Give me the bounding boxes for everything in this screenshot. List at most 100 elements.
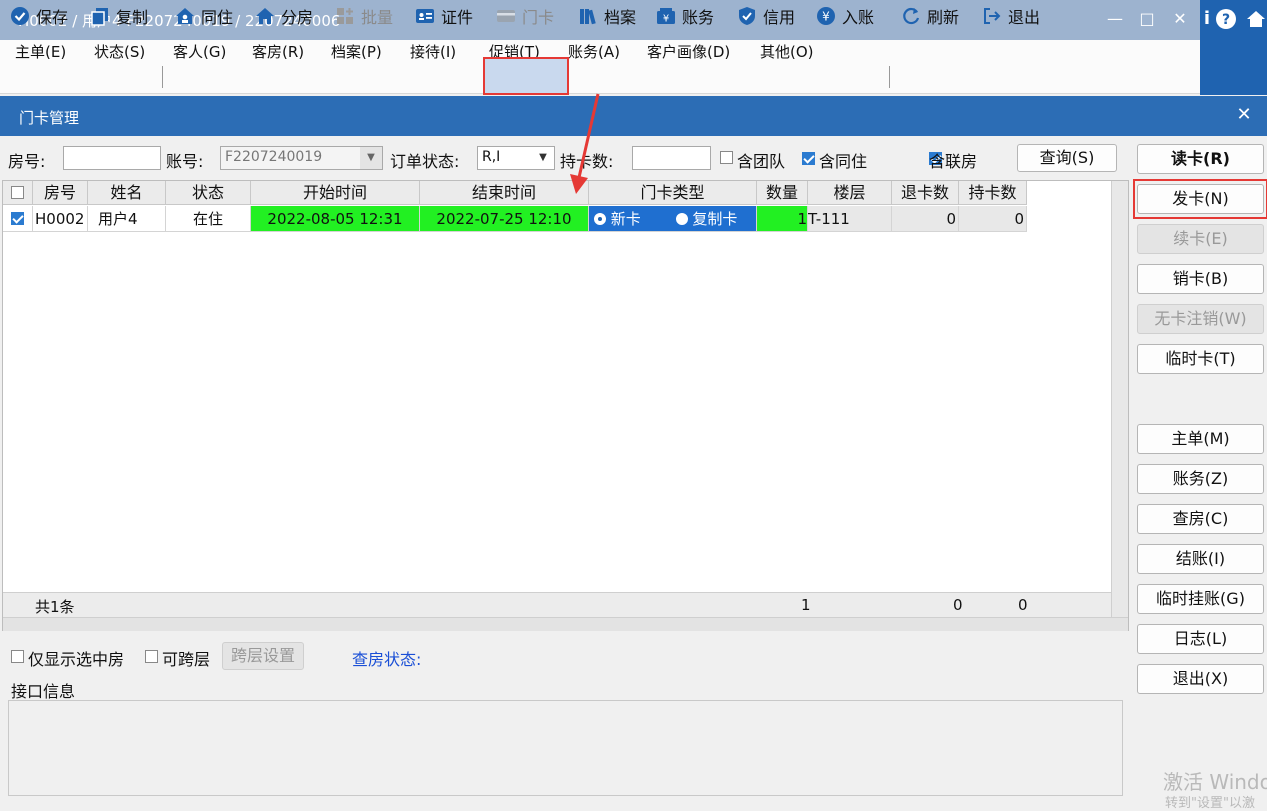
shield-icon [737,6,757,26]
copy-icon [90,6,110,26]
order-status-value: R,I [482,149,501,165]
check-room-button[interactable]: 查房(C) [1137,504,1264,534]
cell-floor[interactable]: T-111 [808,206,892,232]
account-combo[interactable]: F2207240019 [220,146,383,170]
log-button[interactable]: 日志(L) [1137,624,1264,654]
checkout-button[interactable]: 结账(I) [1137,544,1264,574]
cross-floor-settings-button[interactable]: 跨层设置 [222,642,304,670]
copy-card-radio[interactable] [675,213,688,225]
credit-button[interactable]: 信用 [737,3,795,29]
read-card-button[interactable]: 读卡(R) [1137,144,1264,174]
check-status-label: 查房状态: [352,650,422,669]
menu-account[interactable]: 账务(A) [568,41,620,62]
cancel-card-button[interactable]: 销卡(B) [1137,264,1264,294]
room-label: 房号: [8,152,46,171]
header-name[interactable]: 姓名 [88,181,166,205]
chevron-down-icon[interactable]: ▼ [360,147,382,169]
interface-info-label: 接口信息 [11,682,76,701]
account-side-button[interactable]: 账务(Z) [1137,464,1264,494]
temp-card-button[interactable]: 临时卡(T) [1137,344,1264,374]
exit-side-button[interactable]: 退出(X) [1137,664,1264,694]
menu-room[interactable]: 客房(R) [252,41,304,62]
renew-card-button[interactable]: 续卡(E) [1137,224,1264,254]
issue-card-button[interactable]: 发卡(N) [1137,184,1264,214]
activation-watermark: 激活 Windo [1163,770,1267,794]
cell-status[interactable]: 在住 [166,206,251,232]
cell-held[interactable]: 0 [959,206,1027,232]
id-card-button[interactable]: 证件 [415,3,473,29]
cell-end-time[interactable]: 2022-07-25 12:10 [420,206,589,232]
temp-hang-button[interactable]: 临时挂账(G) [1137,584,1264,614]
only-selected-checkbox[interactable] [11,650,24,663]
header-returned[interactable]: 退卡数 [892,181,959,205]
menu-archive[interactable]: 档案(P) [331,41,382,62]
header-card-type[interactable]: 门卡类型 [589,181,757,205]
cell-name[interactable]: 用户4 [88,206,166,232]
select-all-checkbox[interactable] [11,186,24,199]
room-input[interactable] [63,146,161,170]
menu-status[interactable]: 状态(S) [94,41,145,62]
activation-watermark-sub: 转到"设置"以激 [1165,796,1255,811]
header-start-time[interactable]: 开始时间 [251,181,420,205]
refresh-icon [901,6,921,26]
home-icon[interactable] [1245,8,1267,30]
cell-returned[interactable]: 0 [892,206,959,232]
books-icon [578,6,598,26]
close-icon[interactable]: ✕ [1168,8,1192,30]
menu-master[interactable]: 主单(E) [15,41,66,62]
horizontal-scrollbar[interactable] [3,617,1128,631]
account-value: F2207240019 [225,149,323,165]
menu-customer-profile[interactable]: 客户画像(D) [647,41,730,62]
header-status[interactable]: 状态 [166,181,251,205]
menu-guest[interactable]: 客人(G) [173,41,226,62]
vertical-scrollbar[interactable] [1111,181,1128,617]
row-checkbox[interactable] [11,212,24,225]
cell-room[interactable]: H0002 [33,206,88,232]
menu-other[interactable]: 其他(O) [760,41,814,62]
cell-start-time[interactable]: 2022-08-05 12:31 [251,206,420,232]
home-icon [255,6,275,26]
cell-card-type[interactable]: 新卡 复制卡 [589,206,757,232]
chevron-down-icon[interactable]: ▼ [533,148,553,168]
header-floor[interactable]: 楼层 [808,181,892,205]
dialog-close-icon[interactable]: ✕ [1233,104,1255,125]
select-all-header [3,181,33,205]
cohabit-checkbox[interactable] [802,152,815,165]
header-room[interactable]: 房号 [33,181,88,205]
header-held[interactable]: 持卡数 [959,181,1027,205]
save-button[interactable]: 保存 [10,3,68,29]
house-person-icon [175,6,195,26]
maximize-icon[interactable]: □ [1135,8,1159,30]
refresh-button[interactable]: 刷新 [901,3,959,29]
exit-icon [982,6,1002,26]
group-checkbox[interactable] [720,151,733,164]
cross-floor-checkbox[interactable] [145,650,158,663]
post-button[interactable]: ¥ 入账 [816,3,874,29]
account-button[interactable]: ¥ 账务 [656,3,714,29]
door-card-button[interactable]: 门卡 [496,3,554,29]
dialog-header [0,96,1267,136]
minimize-icon[interactable]: — [1103,8,1127,30]
batch-button[interactable]: 批量 [335,3,393,29]
master-order-button[interactable]: 主单(M) [1137,424,1264,454]
new-card-radio[interactable] [594,213,606,225]
exit-button[interactable]: 退出 [982,3,1040,29]
archive-button[interactable]: 档案 [578,3,636,29]
assign-room-button[interactable]: 分房 [255,3,313,29]
card-count-input[interactable] [632,146,711,170]
account-label: 账号: [166,152,204,171]
query-button[interactable]: 查询(S) [1017,144,1117,172]
cohabit-button[interactable]: 同住 [175,3,233,29]
yen-circle-icon: ¥ [816,6,836,26]
copy-button[interactable]: 复制 [90,3,148,29]
header-quantity[interactable]: 数量 [757,181,808,205]
cross-floor-label: 可跨层 [162,650,211,669]
cell-quantity[interactable]: 1 [757,206,808,232]
nocard-cancel-button[interactable]: 无卡注销(W) [1137,304,1264,334]
door-card-highlight [483,57,569,95]
help-icon[interactable]: ? [1215,8,1237,30]
cohabit-label: 含同住 [819,152,868,171]
interface-info-box[interactable] [8,700,1123,796]
menu-reception[interactable]: 接待(I) [410,41,456,62]
total-count: 共1条 [35,598,75,616]
